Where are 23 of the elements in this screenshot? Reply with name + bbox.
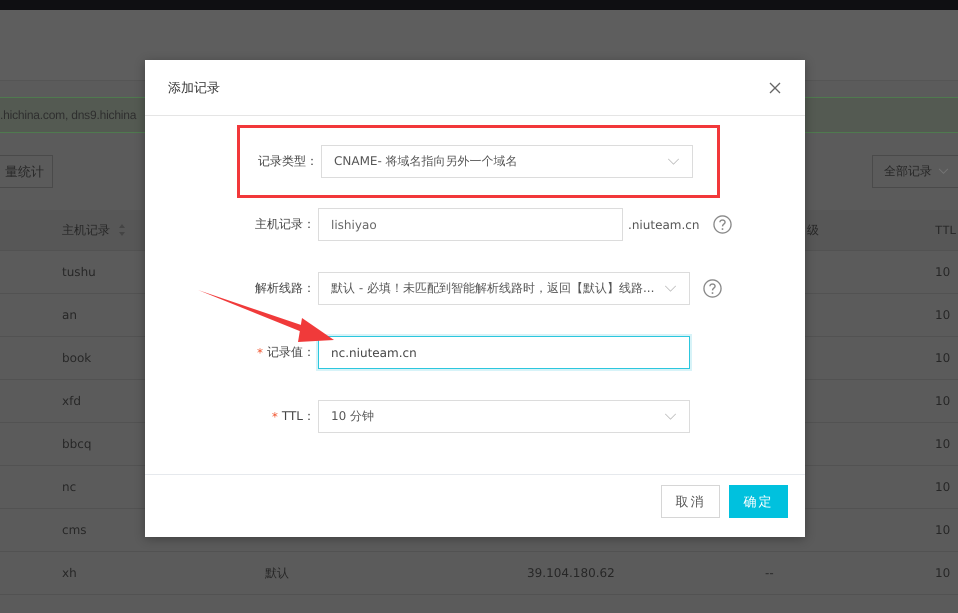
input-field[interactable]: nc.niuteam.cn: [318, 336, 690, 369]
field-label: 解析线路：: [255, 280, 315, 297]
chevron-icon: [664, 285, 677, 292]
select-field[interactable]: CNAME- 将域名指向另外一个域名: [321, 145, 693, 178]
select-field[interactable]: 默认 - 必填！未匹配到智能解析线路时，返回【默认】线路...: [318, 272, 690, 305]
help-icon[interactable]: [703, 279, 722, 298]
required-mark: *: [272, 410, 278, 424]
field-label: 主机记录：: [255, 216, 315, 233]
input-field[interactable]: lishiyao: [318, 208, 623, 241]
chevron-icon: [667, 158, 680, 165]
cancel-button[interactable]: 取消: [661, 485, 720, 518]
chevron-icon: [938, 168, 949, 175]
close-icon[interactable]: [769, 82, 781, 94]
table-cell: --: [765, 566, 774, 580]
select-field[interactable]: 10 分钟: [318, 400, 690, 433]
dialog-title: 添加记录: [168, 80, 220, 96]
chevron-icon: [664, 413, 677, 420]
help-icon[interactable]: [712, 215, 732, 234]
required-mark: *: [257, 346, 263, 360]
field-label: 记录值：: [267, 344, 315, 361]
field-label: 记录类型：: [258, 153, 318, 170]
domain-suffix: .niuteam.cn: [628, 218, 700, 232]
field-label: TTL：: [282, 408, 315, 425]
